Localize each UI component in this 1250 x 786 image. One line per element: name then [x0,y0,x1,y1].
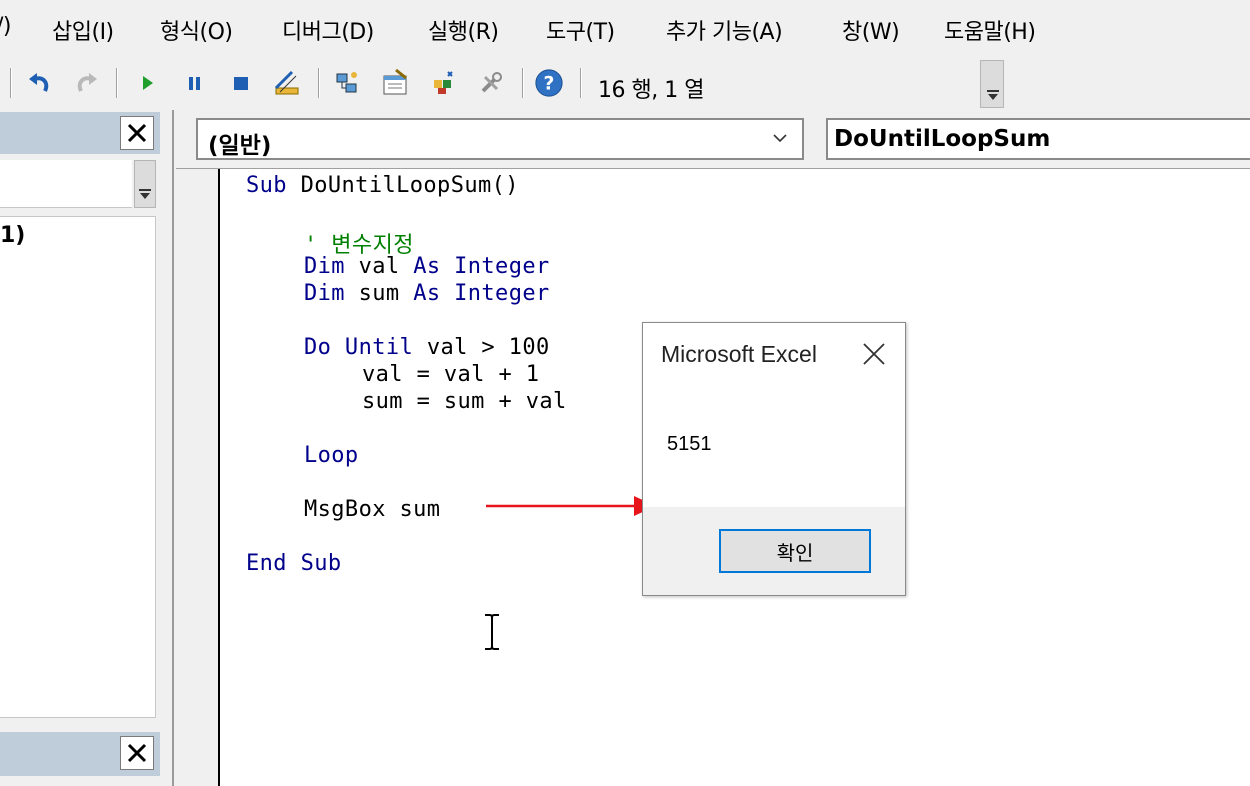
toolbox-icon[interactable] [476,68,506,98]
annotation-arrow [486,496,656,516]
procedure-dropdown[interactable]: DoUntilLoopSum [826,118,1250,160]
code-line: Sub DoUntilLoopSum() [246,173,519,198]
dialog-button-area: 확인 [643,507,905,595]
dialog-close-button[interactable] [861,341,887,367]
code-line: End Sub [246,551,342,576]
break-icon[interactable] [180,68,210,98]
tree-item[interactable]: 1) [0,223,25,248]
code-line: Dim sum As Integer [304,281,550,306]
code-line: Dim val As Integer [304,254,550,279]
menu-view[interactable]: /) [0,14,12,39]
project-explorer-strip [0,160,132,208]
menu-bar: /) 삽입(I) 형식(O) 디버그(D) 실행(R) 도구(T) 추가 기능(… [0,0,1250,60]
code-line: Do Until val > 100 [304,335,550,360]
properties-window-icon[interactable] [380,68,410,98]
close-icon [127,743,147,763]
close-icon [863,343,885,365]
code-line: val = val + 1 [362,362,540,387]
project-explorer-titlebar [0,112,160,154]
properties-window-titlebar [0,732,160,776]
toolbar-separator [580,68,582,98]
toolbar-separator [116,68,118,98]
properties-window-close-button[interactable] [120,736,154,770]
code-line: Loop [304,443,359,468]
object-dropdown-value: (일반) [208,133,272,159]
redo-icon[interactable] [72,68,102,98]
dialog-title: Microsoft Excel [661,341,817,367]
project-explorer-toolbar [0,156,160,212]
help-icon[interactable]: ? [534,68,564,98]
menu-format[interactable]: 형식(O) [160,14,233,46]
design-mode-icon[interactable] [272,68,302,98]
cursor-position-indicator: 16 행, 1 열 [590,66,980,103]
project-explorer-close-button[interactable] [120,116,154,150]
menu-debug[interactable]: 디버그(D) [282,14,374,46]
menu-tools[interactable]: 도구(T) [546,14,615,46]
dialog-message: 5151 [667,433,712,455]
undo-icon[interactable] [24,68,54,98]
chevron-down-icon [773,134,787,143]
code-line: sum = sum + val [362,389,567,414]
ok-button[interactable]: 확인 [719,529,871,573]
menu-insert[interactable]: 삽입(I) [52,14,114,46]
reset-icon[interactable] [226,68,256,98]
menu-run[interactable]: 실행(R) [428,14,499,46]
margin-indicator-bar[interactable] [176,169,220,786]
close-icon [127,123,147,143]
menu-addins[interactable]: 추가 기능(A) [666,14,783,46]
text-cursor-icon [485,614,499,650]
standard-toolbar: ? 16 행, 1 열 [0,60,1250,110]
project-toolbar-options-button[interactable] [134,160,156,208]
menu-help[interactable]: 도움말(H) [944,14,1036,46]
menu-window[interactable]: 창(W) [842,14,900,46]
object-browser-icon[interactable] [428,68,458,98]
toolbar-options-button[interactable] [980,60,1004,108]
toolbar-separator [522,68,524,98]
toolbar-separator [10,68,12,98]
run-icon[interactable] [132,68,162,98]
message-box-dialog: Microsoft Excel 5151 확인 [642,322,906,596]
project-explorer-icon[interactable] [332,68,362,98]
code-line: MsgBox sum [304,497,441,522]
object-dropdown[interactable]: (일반) [196,118,804,160]
svg-text:?: ? [544,74,555,95]
project-tree[interactable]: 1) [0,216,156,718]
toolbar-separator [318,68,320,98]
procedure-dropdown-value: DoUntilLoopSum [834,126,1051,152]
